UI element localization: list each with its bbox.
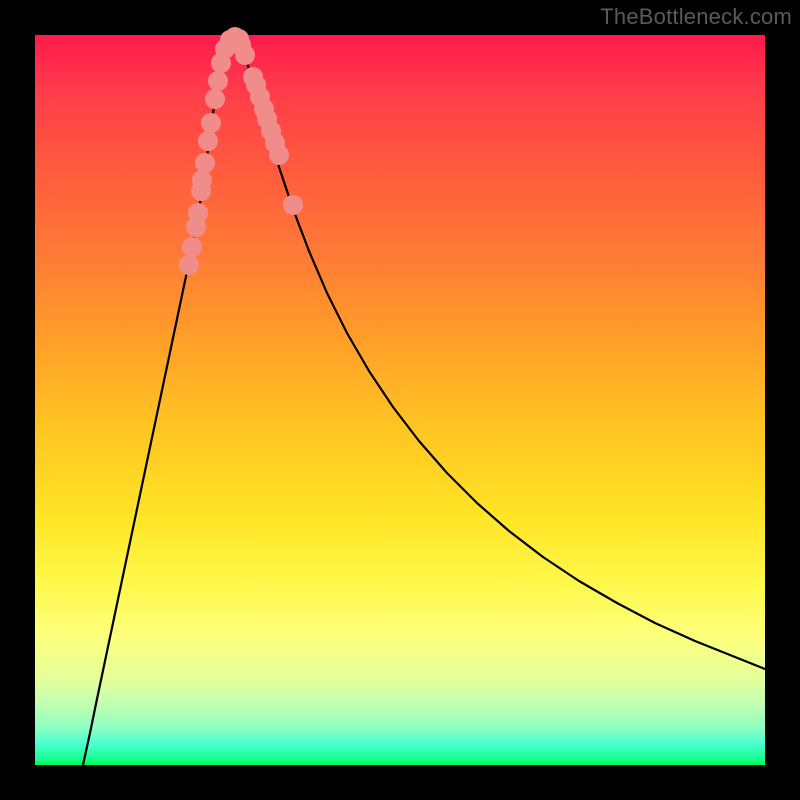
left-dots-dot (192, 170, 212, 190)
right-dots-dot (283, 195, 303, 215)
left-dots-dot (188, 203, 208, 223)
left-dots-dot (205, 89, 225, 109)
left-dots-dot (182, 237, 202, 257)
bottleneck-curve (83, 36, 765, 765)
curve-layer (35, 35, 765, 765)
figure-root: TheBottleneck.com (0, 0, 800, 800)
watermark-text: TheBottleneck.com (600, 4, 792, 30)
left-dots-dot (198, 131, 218, 151)
right-dots-dot (235, 45, 255, 65)
green-baseline (35, 762, 765, 765)
left-dots-dot (208, 71, 228, 91)
left-dots-dot (201, 113, 221, 133)
plot-area (35, 35, 765, 765)
left-dots-dot (179, 255, 199, 275)
right-dots-dot (269, 145, 289, 165)
left-dots-dot (195, 153, 215, 173)
